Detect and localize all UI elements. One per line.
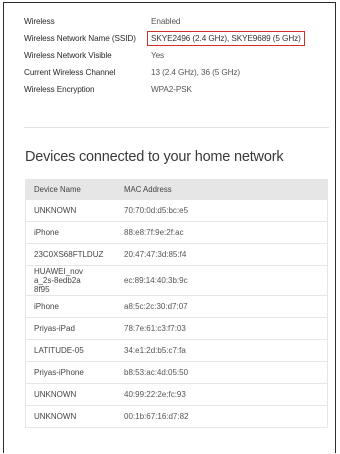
column-header-mac-address: MAC Address bbox=[124, 184, 172, 194]
wireless-settings: Wireless Enabled Wireless Network Name (… bbox=[24, 13, 324, 98]
device-name: UNKNOWN bbox=[34, 206, 77, 215]
table-row: UNKNOWN 70:70:0d:d5:bc:e5 bbox=[26, 199, 327, 221]
device-name: LATITUDE-05 bbox=[34, 346, 84, 355]
device-name: iPhone bbox=[34, 228, 59, 237]
table-row: iPhone a8:5c:2c:30:d7:07 bbox=[26, 295, 327, 317]
table-header: Device Name MAC Address bbox=[26, 179, 327, 199]
mac-address: 34:e1:2d:b5:c7:fa bbox=[124, 346, 186, 355]
device-name: UNKNOWN bbox=[34, 412, 77, 421]
device-name: Priyas-iPhone bbox=[34, 368, 84, 377]
ssid-highlight-box: SKYE2496 (2.4 GHz), SKYE9689 (5 GHz) bbox=[147, 31, 305, 46]
setting-value: Enabled bbox=[151, 17, 181, 26]
table-row: Priyas-iPhone b8:53:ac:4d:05:50 bbox=[26, 361, 327, 383]
device-name: HUAWEI_nova_2s-8edb2a8f95 bbox=[34, 267, 84, 294]
setting-label: Wireless Network Name (SSID) bbox=[24, 34, 136, 43]
column-header-device-name: Device Name bbox=[34, 184, 81, 194]
device-name: iPhone bbox=[34, 302, 59, 311]
mac-address: 40:99:22:2e:fc:93 bbox=[124, 390, 186, 399]
table-row: iPhone 88:e8:7f:9e:2f:ac bbox=[26, 221, 327, 243]
table-row: 23C0XS68FTLDUZ 20:47:47:3d:85:f4 bbox=[26, 243, 327, 265]
device-name: Priyas-iPad bbox=[34, 324, 75, 333]
table-row: Priyas-iPad 78:7e:61:c3:f7:03 bbox=[26, 317, 327, 339]
setting-value: WPA2-PSK bbox=[151, 85, 192, 94]
mac-address: ec:89:14:40:3b:9c bbox=[124, 276, 188, 285]
mac-address: 78:7e:61:c3:f7:03 bbox=[124, 324, 186, 333]
setting-label: Wireless Encryption bbox=[24, 85, 95, 94]
mac-address: 20:47:47:3d:85:f4 bbox=[124, 250, 187, 259]
setting-channel: Current Wireless Channel 13 (2.4 GHz), 3… bbox=[24, 64, 324, 81]
table-row: UNKNOWN 40:99:22:2e:fc:93 bbox=[26, 383, 327, 405]
mac-address: 88:e8:7f:9e:2f:ac bbox=[124, 228, 184, 237]
device-name: 23C0XS68FTLDUZ bbox=[34, 250, 104, 259]
mac-address: 70:70:0d:d5:bc:e5 bbox=[124, 206, 189, 215]
setting-network-visible: Wireless Network Visible Yes bbox=[24, 47, 324, 64]
setting-value: Yes bbox=[151, 51, 165, 60]
setting-wireless: Wireless Enabled bbox=[24, 13, 324, 30]
device-name: UNKNOWN bbox=[34, 390, 77, 399]
mac-address: a8:5c:2c:30:d7:07 bbox=[124, 302, 188, 311]
table-row: HUAWEI_nova_2s-8edb2a8f95 ec:89:14:40:3b… bbox=[26, 265, 327, 295]
devices-heading: Devices connected to your home network bbox=[25, 149, 284, 165]
router-status-panel: Wireless Enabled Wireless Network Name (… bbox=[3, 2, 336, 453]
setting-encryption: Wireless Encryption WPA2-PSK bbox=[24, 81, 324, 98]
setting-label: Wireless bbox=[24, 17, 55, 26]
table-row: LATITUDE-05 34:e1:2d:b5:c7:fa bbox=[26, 339, 327, 361]
mac-address: b8:53:ac:4d:05:50 bbox=[124, 368, 189, 377]
devices-table: Device Name MAC Address UNKNOWN 70:70:0d… bbox=[25, 179, 328, 428]
mac-address: 00:1b:67:16:d7:82 bbox=[124, 412, 189, 421]
section-divider bbox=[24, 127, 329, 128]
setting-value: 13 (2.4 GHz), 36 (5 GHz) bbox=[151, 68, 241, 77]
table-row: UNKNOWN 00:1b:67:16:d7:82 bbox=[26, 405, 327, 427]
setting-label: Wireless Network Visible bbox=[24, 51, 112, 60]
setting-ssid: Wireless Network Name (SSID) SKYE2496 (2… bbox=[24, 30, 324, 47]
setting-label: Current Wireless Channel bbox=[24, 68, 116, 77]
